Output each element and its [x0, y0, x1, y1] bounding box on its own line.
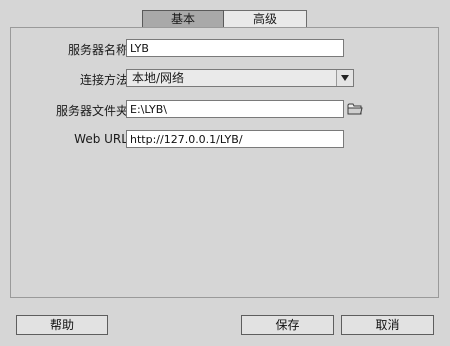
server-name-row: 服务器名称: [11, 39, 438, 59]
tab-advanced[interactable]: 高级 [224, 10, 307, 28]
folder-icon[interactable] [347, 101, 363, 117]
server-folder-label: 服务器文件夹: [55, 104, 132, 118]
save-button[interactable]: 保存 [241, 315, 334, 335]
tab-basic[interactable]: 基本 [142, 10, 224, 28]
connect-method-row: 连接方法: 本地/网络 [11, 69, 438, 89]
server-folder-row: 服务器文件夹: [11, 100, 438, 120]
tab-bar: 基本 高级 [142, 10, 307, 28]
cancel-button[interactable]: 取消 [341, 315, 434, 335]
connect-method-select[interactable]: 本地/网络 [126, 69, 354, 87]
help-button[interactable]: 帮助 [16, 315, 108, 335]
web-url-row: Web URL: [11, 130, 438, 150]
chevron-down-icon[interactable] [336, 70, 353, 86]
settings-panel: 服务器名称: 连接方法: 本地/网络 服务器文件夹: Web URL: [10, 27, 439, 298]
web-url-input[interactable] [126, 130, 344, 148]
server-name-label: 服务器名称: [67, 43, 132, 57]
server-folder-input[interactable] [126, 100, 344, 118]
server-name-input[interactable] [126, 39, 344, 57]
connect-method-label: 连接方法: [79, 73, 132, 87]
web-url-label: Web URL: [74, 132, 132, 146]
connect-method-value: 本地/网络 [132, 71, 185, 85]
